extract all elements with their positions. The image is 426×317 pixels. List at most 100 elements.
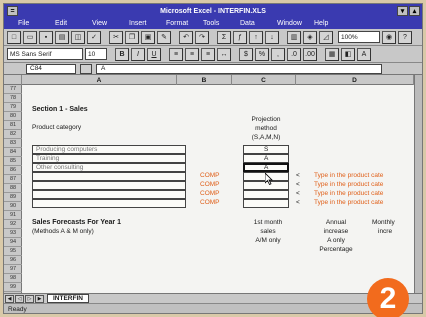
row-header[interactable]: 78 xyxy=(4,94,22,103)
row-header[interactable]: 82 xyxy=(4,130,22,139)
category-input[interactable]: Other consulting xyxy=(32,163,186,172)
font-select[interactable]: MS Sans Serif xyxy=(7,48,83,60)
menu-view[interactable]: View xyxy=(92,20,129,27)
row-header[interactable]: 95 xyxy=(4,247,22,256)
font-color-icon[interactable]: A xyxy=(357,47,371,61)
font-size-select[interactable]: 10 xyxy=(85,48,107,60)
category-input[interactable]: Training xyxy=(32,154,186,163)
save-icon[interactable]: ▪ xyxy=(39,30,53,44)
row-header[interactable]: 83 xyxy=(4,139,22,148)
spelling-icon[interactable]: ✓ xyxy=(87,30,101,44)
control-menu-icon[interactable]: = xyxy=(7,6,18,16)
row-header[interactable]: 86 xyxy=(4,166,22,175)
prev-sheet-icon[interactable]: ◁ xyxy=(15,294,24,303)
name-dropdown-icon[interactable] xyxy=(80,63,92,74)
row-header[interactable]: 84 xyxy=(4,148,22,157)
select-all-corner[interactable] xyxy=(4,75,22,85)
align-right-icon[interactable]: ≡ xyxy=(201,47,215,61)
fill-color-icon[interactable]: ◧ xyxy=(341,47,355,61)
row-header[interactable]: 90 xyxy=(4,202,22,211)
copy-icon[interactable]: ❐ xyxy=(125,30,139,44)
row-header[interactable]: 80 xyxy=(4,112,22,121)
last-sheet-icon[interactable]: ▶ xyxy=(35,294,44,303)
merge-center-icon[interactable]: ↔ xyxy=(217,47,231,61)
category-input[interactable] xyxy=(32,190,186,199)
name-box[interactable]: C84 xyxy=(26,63,76,74)
borders-icon[interactable]: ▦ xyxy=(325,47,339,61)
decrease-decimal-icon[interactable]: .00 xyxy=(303,47,317,61)
format-painter-icon[interactable]: ✎ xyxy=(157,30,171,44)
underline-icon[interactable]: U xyxy=(147,47,161,61)
menu-file[interactable]: File xyxy=(18,20,55,27)
category-input[interactable] xyxy=(32,199,186,208)
maximize-icon[interactable]: ▴ xyxy=(409,6,420,16)
sheet-tab[interactable]: INTERFIN xyxy=(47,294,89,303)
comma-icon[interactable]: , xyxy=(271,47,285,61)
worksheet-grid[interactable]: Section 1 - Sales Product category Proje… xyxy=(22,85,414,293)
row-header[interactable]: 99 xyxy=(4,283,22,292)
formula-input[interactable]: A xyxy=(96,63,382,74)
print-preview-icon[interactable]: ◫ xyxy=(71,30,85,44)
column-header-d[interactable]: D xyxy=(296,75,414,85)
row-header[interactable]: 94 xyxy=(4,238,22,247)
menu-edit[interactable]: Edit xyxy=(55,20,92,27)
row-header[interactable]: 98 xyxy=(4,274,22,283)
first-sheet-icon[interactable]: ◀ xyxy=(5,294,14,303)
italic-icon[interactable]: I xyxy=(131,47,145,61)
print-icon[interactable]: ▤ xyxy=(55,30,69,44)
redo-icon[interactable]: ↷ xyxy=(195,30,209,44)
method-input[interactable] xyxy=(243,190,289,199)
align-left-icon[interactable]: ≡ xyxy=(169,47,183,61)
percent-icon[interactable]: % xyxy=(255,47,269,61)
map-icon[interactable]: ◈ xyxy=(303,30,317,44)
bold-icon[interactable]: B xyxy=(115,47,129,61)
column-header-b[interactable]: B xyxy=(177,75,232,85)
menu-tools[interactable]: Tools xyxy=(203,20,240,27)
category-input[interactable]: Producing computers xyxy=(32,145,186,154)
method-input-selected[interactable]: A xyxy=(243,163,289,172)
minimize-icon[interactable]: ▾ xyxy=(397,6,408,16)
autosum-icon[interactable]: Σ xyxy=(217,30,231,44)
align-center-icon[interactable]: ≡ xyxy=(185,47,199,61)
next-sheet-icon[interactable]: ▷ xyxy=(25,294,34,303)
row-header[interactable]: 88 xyxy=(4,184,22,193)
drawing-icon[interactable]: ◿ xyxy=(319,30,333,44)
row-header[interactable]: 85 xyxy=(4,157,22,166)
cut-icon[interactable]: ✂ xyxy=(109,30,123,44)
row-header[interactable]: 89 xyxy=(4,193,22,202)
function-icon[interactable]: ƒ xyxy=(233,30,247,44)
row-header[interactable]: 92 xyxy=(4,220,22,229)
row-header[interactable]: 96 xyxy=(4,256,22,265)
new-icon[interactable]: □ xyxy=(7,30,21,44)
menu-window[interactable]: Window xyxy=(277,20,314,27)
sort-ascending-icon[interactable]: ↑ xyxy=(249,30,263,44)
row-header[interactable]: 97 xyxy=(4,265,22,274)
menu-insert[interactable]: Insert xyxy=(129,20,166,27)
menu-format[interactable]: Format xyxy=(166,20,203,27)
currency-icon[interactable]: $ xyxy=(239,47,253,61)
row-header[interactable]: 91 xyxy=(4,211,22,220)
category-input[interactable] xyxy=(32,172,186,181)
row-header[interactable]: 81 xyxy=(4,121,22,130)
paste-icon[interactable]: ▣ xyxy=(141,30,155,44)
row-header[interactable]: 77 xyxy=(4,85,22,94)
column-header-a[interactable]: A xyxy=(22,75,177,85)
undo-icon[interactable]: ↶ xyxy=(179,30,193,44)
method-input[interactable]: A xyxy=(243,154,289,163)
menu-help[interactable]: Help xyxy=(314,20,351,27)
category-input[interactable] xyxy=(32,181,186,190)
menu-data[interactable]: Data xyxy=(240,20,277,27)
vertical-scrollbar[interactable] xyxy=(414,75,422,293)
zoom-select[interactable]: 100% xyxy=(338,31,380,43)
help-icon[interactable]: ? xyxy=(398,30,412,44)
sort-descending-icon[interactable]: ↓ xyxy=(265,30,279,44)
column-header-c[interactable]: C xyxy=(232,75,296,85)
chart-wizard-icon[interactable]: ▥ xyxy=(287,30,301,44)
row-header[interactable]: 79 xyxy=(4,103,22,112)
open-icon[interactable]: ▭ xyxy=(23,30,37,44)
tipwizard-icon[interactable]: ◉ xyxy=(382,30,396,44)
increase-decimal-icon[interactable]: .0 xyxy=(287,47,301,61)
row-header[interactable]: 93 xyxy=(4,229,22,238)
method-input[interactable]: S xyxy=(243,145,289,154)
row-header[interactable]: 87 xyxy=(4,175,22,184)
